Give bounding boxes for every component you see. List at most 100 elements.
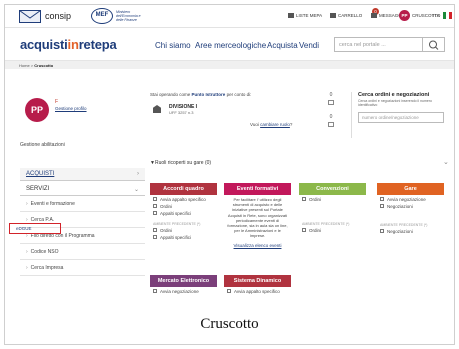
chevron-right-icon: › xyxy=(26,249,28,255)
gear-icon xyxy=(153,289,157,293)
main-navbar: acquistiinretepa Chi siamo Aree merceolo… xyxy=(5,29,454,57)
card-mercato-elettronico: Mercato Elettronico Avvia negoziazione xyxy=(150,275,217,294)
card-sistema-dinamico: Sistema Dinamico Avvia appalto specifico xyxy=(224,275,291,294)
visualizza-eventi-link[interactable]: Visualizza elenco eventi xyxy=(224,243,291,248)
card-section: AMBIENTE PRECEDENTE (*) xyxy=(302,222,350,226)
cart-icon xyxy=(330,13,336,18)
nav-aree-merceologiche[interactable]: Aree merceologiche xyxy=(195,41,266,50)
gear-icon xyxy=(380,197,384,201)
breadcrumb-home[interactable]: Home xyxy=(19,63,30,68)
card-description: Per facilitare l' utilizzo degli strumen… xyxy=(227,197,288,239)
card-title[interactable]: Eventi formativi xyxy=(224,183,291,195)
counters: 0 0 xyxy=(320,92,342,136)
carrello-link[interactable]: CARRELLO xyxy=(330,13,362,18)
card-link[interactable]: Appalti specifici xyxy=(153,235,217,240)
language-selector[interactable]: ITA xyxy=(433,13,440,18)
search-button[interactable] xyxy=(423,37,445,52)
list-icon xyxy=(288,13,294,18)
list-icon xyxy=(153,204,157,208)
ruoli-ricoperti-toggle[interactable]: ▼Ruoli ricoperti su gare (0) xyxy=(150,160,211,166)
profile-card: PP F Gestione profilo xyxy=(20,78,145,151)
operating-role: Stai operando come Punto Istruttore per … xyxy=(150,92,252,97)
mef-subtitle: Ministero dell'Economia e delle Finanze xyxy=(116,10,141,22)
breadcrumb-current: Cruscotto xyxy=(34,63,54,68)
card-link[interactable]: Ordini xyxy=(153,204,217,209)
list-icon xyxy=(153,235,157,239)
orders-search: Cerca ordini e negoziazioni Cerca ordini… xyxy=(351,92,451,138)
division-sub: UFF 3257 n.3 xyxy=(169,110,194,115)
card-link[interactable]: Avvia appalto specifico xyxy=(153,197,217,202)
card-link[interactable]: Avvia negoziazione xyxy=(380,197,444,202)
orders-title: Cerca ordini e negoziazioni xyxy=(358,92,430,98)
browser-frame: consip MEF Ministero dell'Economia e del… xyxy=(4,4,455,345)
profile-name: F xyxy=(55,99,59,105)
card-gare: Gare Avvia negoziazione Negoziazioni AMB… xyxy=(377,183,444,234)
card-accordi-quadro: Accordi quadro Avvia appalto specifico O… xyxy=(150,183,217,240)
card-link[interactable]: Appalti specifici xyxy=(153,211,217,216)
gestione-abilitazioni-link[interactable]: Gestione abilitazioni xyxy=(20,142,65,148)
change-role: Vuoi cambiare ruolo? xyxy=(250,122,293,127)
sidebar-servizi[interactable]: SERVIZI ⌄ xyxy=(20,182,145,196)
cambiare-ruolo-link[interactable]: cambiare ruolo xyxy=(260,122,290,127)
card-link[interactable]: Avvia negoziazione xyxy=(153,289,217,294)
card-link[interactable]: Ordini xyxy=(302,228,366,233)
liste-mepa-link[interactable]: LISTE MEPA xyxy=(288,13,322,18)
chevron-right-icon: › xyxy=(26,265,28,271)
gear-icon xyxy=(227,289,231,293)
search-input[interactable]: cerca nel portale ... xyxy=(334,37,423,52)
institution-icon xyxy=(153,105,161,113)
orders-search-input[interactable]: numero ordine/negoziazione xyxy=(358,112,444,123)
italy-flag-icon xyxy=(443,12,452,19)
list-icon xyxy=(302,197,306,201)
nav-vendi[interactable]: Vendi xyxy=(299,41,319,50)
breadcrumb: Home > Cruscotto xyxy=(5,60,454,69)
chevron-down-icon: ⌄ xyxy=(133,187,139,193)
orders-subtitle: Cerca ordini e negoziazioni inserendo il… xyxy=(358,99,432,107)
inbox-icon[interactable] xyxy=(328,100,334,105)
figure-caption: Cruscotto xyxy=(200,316,259,332)
consip-logo-icon xyxy=(19,10,41,23)
acquistinretepa-logo[interactable]: acquistiinretepa xyxy=(20,37,117,52)
sidebar-item-edgue[interactable]: eDGUE xyxy=(9,223,61,234)
list-icon xyxy=(380,204,384,208)
gear-icon xyxy=(153,197,157,201)
card-link[interactable]: Avvia appalto specifico xyxy=(227,289,291,294)
list-icon xyxy=(153,211,157,215)
card-link[interactable]: Ordini xyxy=(302,197,366,202)
card-eventi-formativi: Eventi formativi Per facilitare l' utili… xyxy=(224,183,291,248)
card-title[interactable]: Mercato Elettronico xyxy=(150,275,217,287)
cart-icon[interactable] xyxy=(328,122,334,127)
list-icon xyxy=(380,229,384,233)
gestione-profilo-link[interactable]: Gestione profilo xyxy=(55,106,87,111)
sidebar-acquisti[interactable]: ACQUISTI › xyxy=(20,168,145,181)
avatar: PP xyxy=(25,98,49,122)
chevron-right-icon: › xyxy=(137,171,139,177)
sidebar-item-cerca-impresa[interactable]: › Cerca Impresa xyxy=(20,261,145,276)
operating-info: Stai operando come Punto Istruttore per … xyxy=(150,92,325,138)
card-link[interactable]: Ordini xyxy=(153,228,217,233)
card-link[interactable]: Negoziazioni xyxy=(380,229,444,234)
sidebar-item-codice-nso[interactable]: › Codice NSO xyxy=(20,245,145,260)
mef-logo[interactable]: MEF xyxy=(91,8,113,24)
sidebar-item-eventi[interactable]: › Eventi e formazione xyxy=(20,197,145,212)
card-title[interactable]: Accordi quadro xyxy=(150,183,217,195)
consip-brand[interactable]: consip xyxy=(45,11,71,21)
user-avatar-small[interactable]: PP xyxy=(399,10,410,21)
list-icon xyxy=(302,228,306,232)
card-convenzioni: Convenzioni Ordini AMBIENTE PRECEDENTE (… xyxy=(299,183,366,233)
card-link[interactable]: Negoziazioni xyxy=(380,204,444,209)
nav-chi-siamo[interactable]: Chi siamo xyxy=(155,41,191,50)
list-icon xyxy=(153,228,157,232)
chevron-right-icon: › xyxy=(26,201,28,207)
counter-value: 0 xyxy=(329,114,333,120)
card-title[interactable]: Convenzioni xyxy=(299,183,366,195)
chevron-down-icon[interactable]: ⌄ xyxy=(443,158,449,166)
nav-acquista[interactable]: Acquista xyxy=(267,41,298,50)
search-icon xyxy=(429,40,439,50)
counter-value: 0 xyxy=(329,92,333,98)
card-title[interactable]: Sistema Dinamico xyxy=(224,275,291,287)
top-utility-bar: consip MEF Ministero dell'Economia e del… xyxy=(5,5,454,28)
mail-icon xyxy=(371,13,377,18)
card-section: AMBIENTE PRECEDENTE (*) xyxy=(380,223,428,227)
card-title[interactable]: Gare xyxy=(377,183,444,195)
